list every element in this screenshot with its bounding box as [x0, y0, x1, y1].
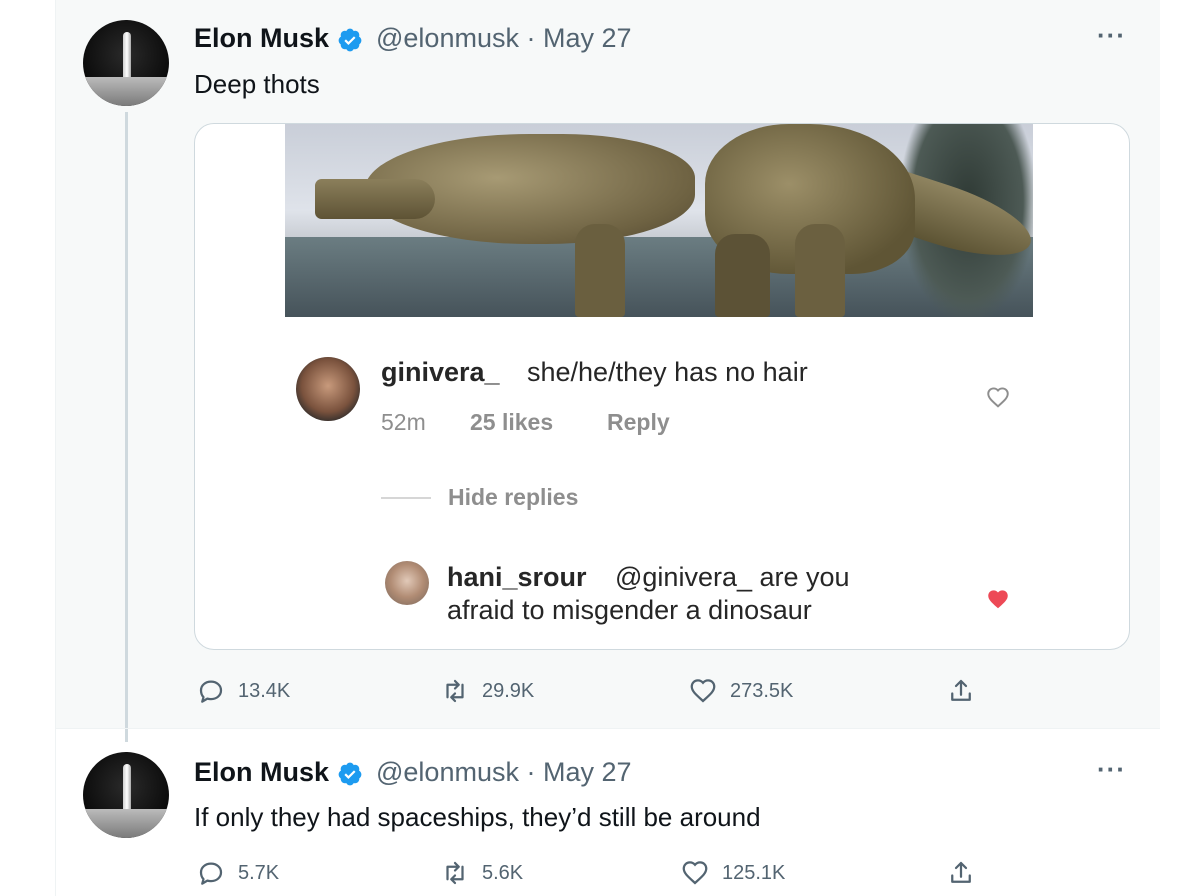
- like-icon: [690, 679, 716, 703]
- more-options-icon[interactable]: ···: [1097, 20, 1126, 51]
- like-icon: [682, 861, 708, 885]
- author-handle-and-date[interactable]: @elonmusk · May 27: [376, 757, 632, 788]
- like-button[interactable]: 273.5K: [688, 676, 793, 706]
- comment-time: 52m: [381, 409, 426, 435]
- moon-image: [83, 808, 169, 838]
- retweet-count: 5.6K: [482, 861, 524, 884]
- heart-outline-icon: [987, 387, 1009, 408]
- reply-text-line2: afraid to misgender a dinosaur: [447, 595, 812, 625]
- avatar[interactable]: [83, 20, 169, 106]
- reply-icon: [199, 680, 223, 703]
- comment-username: ginivera_: [381, 357, 500, 387]
- verified-badge-icon: [338, 28, 362, 52]
- author-name[interactable]: Elon Musk: [194, 23, 329, 54]
- heart-filled-icon: [988, 590, 1008, 609]
- tweet-media-image[interactable]: ginivera_ she/he/they has no hair 52m 25…: [194, 123, 1130, 650]
- hide-replies-line: [381, 497, 431, 499]
- left-margin: [0, 0, 55, 896]
- hide-replies: Hide replies: [448, 484, 579, 510]
- more-options-icon[interactable]: ···: [1097, 754, 1126, 785]
- commenter-avatar: [296, 357, 360, 421]
- tweet-text: Deep thots: [194, 69, 320, 99]
- retweet-count: 29.9K: [482, 679, 535, 702]
- moon-image: [83, 76, 169, 106]
- share-icon[interactable]: [946, 676, 976, 706]
- reply-avatar: [385, 561, 429, 605]
- tweet-text: If only they had spaceships, they’d stil…: [194, 802, 761, 832]
- comment-likes: 25 likes: [470, 409, 554, 435]
- comment-reply: Reply: [607, 409, 670, 435]
- tweet-divider: [56, 728, 1160, 729]
- like-count: 273.5K: [730, 679, 794, 702]
- reply-text-line1: @ginivera_ are you: [615, 562, 850, 592]
- reply-username: hani_srour: [447, 562, 587, 592]
- reply-count: 13.4K: [238, 679, 291, 702]
- avatar[interactable]: [83, 752, 169, 838]
- reply-count: 5.7K: [238, 861, 280, 884]
- reply-button[interactable]: 13.4K: [196, 676, 290, 706]
- share-icon[interactable]: [946, 858, 976, 888]
- author-name[interactable]: Elon Musk: [194, 757, 329, 788]
- reply-icon: [199, 862, 223, 885]
- retweet-button[interactable]: 5.6K: [440, 858, 523, 888]
- retweet-icon: [446, 679, 464, 703]
- retweet-button[interactable]: 29.9K: [440, 676, 534, 706]
- author-handle-and-date[interactable]: @elonmusk · May 27: [376, 23, 632, 54]
- right-margin: [1160, 0, 1200, 896]
- retweet-icon: [446, 861, 464, 885]
- thread-connector-line: [125, 112, 128, 742]
- dinosaur-picture: [285, 124, 1033, 317]
- reply-button[interactable]: 5.7K: [196, 858, 279, 888]
- like-button[interactable]: 125.1K: [680, 858, 785, 888]
- comment-text: she/he/they has no hair: [527, 357, 808, 387]
- like-count: 125.1K: [722, 861, 786, 884]
- verified-badge-icon: [338, 762, 362, 786]
